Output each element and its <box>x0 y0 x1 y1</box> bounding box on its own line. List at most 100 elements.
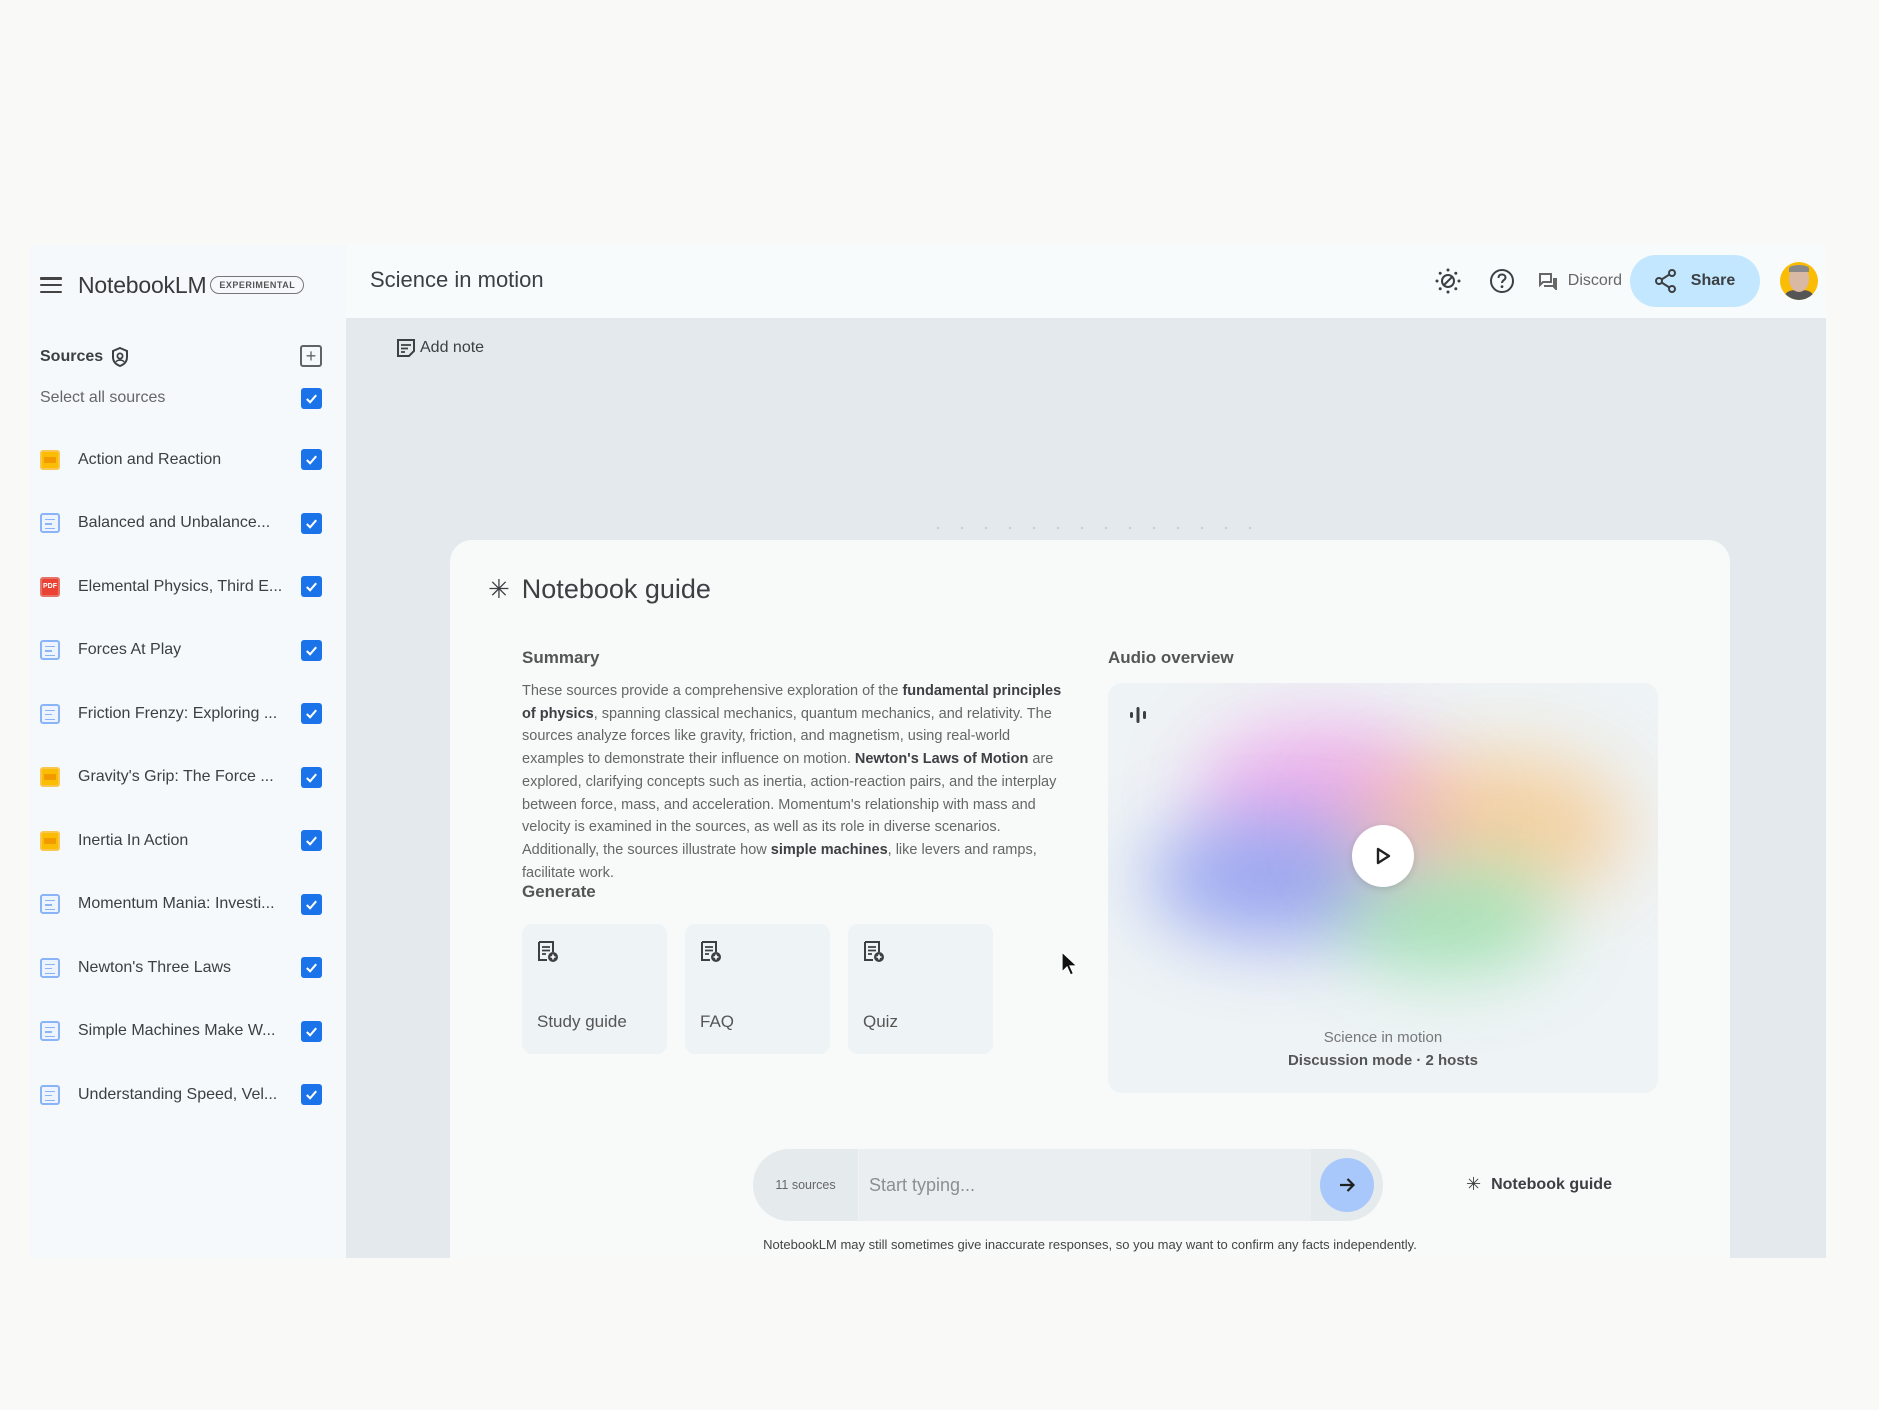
discord-label: Discord <box>1567 272 1622 289</box>
check-icon <box>306 709 317 720</box>
slides-icon <box>40 767 60 788</box>
chat-input[interactable] <box>859 1149 1311 1221</box>
source-checkbox[interactable] <box>301 830 322 852</box>
experimental-badge: EXPERIMENTAL <box>210 276 305 294</box>
note-add-icon <box>701 941 721 962</box>
source-item[interactable]: Gravity's Grip: The Force ... <box>40 746 322 810</box>
user-avatar[interactable] <box>1780 262 1818 300</box>
source-item[interactable]: Friction Frenzy: Exploring ... <box>40 682 322 746</box>
sources-header: Sources + <box>40 343 322 371</box>
document-icon <box>40 640 60 661</box>
send-button[interactable] <box>1320 1158 1374 1212</box>
sparkle-icon: ✳ <box>488 574 510 604</box>
header-actions: Discord Share <box>1430 253 1818 309</box>
document-icon <box>40 1021 60 1042</box>
drag-handle[interactable] <box>926 526 1266 530</box>
check-icon <box>306 963 317 974</box>
source-item[interactable]: PDF Elemental Physics, Third E... <box>40 555 322 619</box>
add-note-button[interactable]: Add note <box>396 338 484 358</box>
audio-title: Science in motion <box>1323 1029 1443 1046</box>
note-add-icon <box>864 941 884 962</box>
source-label: Momentum Mania: Investi... <box>78 895 275 913</box>
source-label: Friction Frenzy: Exploring ... <box>78 704 278 722</box>
main-panel: Add note ✳ Notebook guide Summary These … <box>346 318 1826 1258</box>
help-button[interactable] <box>1484 263 1520 299</box>
generate-quiz-button[interactable]: Quiz <box>848 924 993 1054</box>
mouse-cursor-icon <box>1061 950 1079 976</box>
add-note-label: Add note <box>420 339 485 356</box>
notebook-guide-button[interactable]: ✳ Notebook guide <box>1466 1174 1612 1195</box>
share-button[interactable]: Share <box>1630 255 1760 307</box>
source-label: Elemental Physics, Third E... <box>78 577 283 595</box>
source-label: Gravity's Grip: The Force ... <box>78 768 274 786</box>
help-icon <box>1489 269 1514 293</box>
add-source-button[interactable]: + <box>300 345 322 367</box>
source-checkbox[interactable] <box>301 1084 322 1106</box>
generate-label: Quiz <box>863 1012 898 1031</box>
theme-toggle-button[interactable] <box>1430 263 1466 299</box>
avatar-hair <box>1789 265 1809 272</box>
shield-icon[interactable] <box>111 347 129 367</box>
check-icon <box>306 836 317 847</box>
audio-overview-heading: Audio overview <box>1108 648 1234 667</box>
source-checkbox[interactable] <box>301 449 322 471</box>
select-all-checkbox[interactable] <box>301 387 322 409</box>
source-label: Inertia In Action <box>78 831 189 849</box>
check-icon <box>306 900 317 910</box>
check-icon <box>306 519 317 529</box>
note-add-icon <box>397 339 415 357</box>
source-label: Balanced and Unbalance... <box>78 514 271 532</box>
summary-run: These sources provide a comprehensive ex… <box>522 683 903 699</box>
play-audio-button[interactable] <box>1352 825 1414 887</box>
source-item[interactable]: Inertia In Action <box>40 809 322 873</box>
source-checkbox[interactable] <box>301 1020 322 1042</box>
source-item[interactable]: Simple Machines Make W... <box>40 1000 322 1064</box>
sources-count-chip[interactable]: 11 sources <box>753 1149 859 1221</box>
source-item[interactable]: Understanding Speed, Vel... <box>40 1063 322 1127</box>
source-item[interactable]: Newton's Three Laws <box>40 936 322 1000</box>
generate-faq-button[interactable]: FAQ <box>685 924 830 1054</box>
note-add-icon <box>538 941 558 962</box>
audio-subtitle: Discussion mode · 2 hosts <box>1287 1052 1479 1069</box>
source-checkbox[interactable] <box>301 766 322 788</box>
document-icon <box>40 703 60 724</box>
source-item[interactable]: Balanced and Unbalance... <box>40 492 322 556</box>
summary-highlight: simple machines <box>770 841 888 858</box>
summary-heading: Summary <box>522 648 600 667</box>
check-icon <box>306 455 317 466</box>
source-label: Action and Reaction <box>78 450 222 468</box>
check-icon <box>306 646 317 656</box>
summary-highlight: Newton's Laws of Motion <box>854 751 1029 768</box>
source-checkbox[interactable] <box>301 703 322 725</box>
discord-link[interactable]: Discord <box>1538 272 1622 290</box>
check-icon <box>306 1027 317 1037</box>
menu-icon[interactable] <box>40 277 62 293</box>
source-label: Simple Machines Make W... <box>78 1022 276 1040</box>
source-item[interactable]: Forces At Play <box>40 619 322 683</box>
audio-waveform-icon <box>1130 707 1146 723</box>
share-icon <box>1654 269 1676 293</box>
share-label: Share <box>1690 272 1736 289</box>
sources-title: Sources <box>40 348 104 365</box>
source-checkbox[interactable] <box>301 893 322 915</box>
app-window: NotebookLM EXPERIMENTAL Sources + Select… <box>30 245 1826 1258</box>
source-item[interactable]: Momentum Mania: Investi... <box>40 873 322 937</box>
source-checkbox[interactable] <box>301 957 322 979</box>
select-all-row[interactable]: Select all sources <box>40 385 322 411</box>
source-checkbox[interactable] <box>301 639 322 661</box>
source-checkbox[interactable] <box>301 512 322 534</box>
source-item[interactable]: Action and Reaction <box>40 428 322 492</box>
source-label: Forces At Play <box>78 641 182 659</box>
notebook-title[interactable]: Science in motion <box>370 267 544 293</box>
summary-text: These sources provide a comprehensive ex… <box>522 680 1062 884</box>
generate-options: Study guide FAQ Quiz <box>522 924 993 1054</box>
arrow-right-icon <box>1340 1178 1356 1192</box>
brand: NotebookLM EXPERIMENTAL <box>40 267 305 303</box>
select-all-label: Select all sources <box>40 389 166 406</box>
document-icon <box>40 513 60 534</box>
generate-study-guide-button[interactable]: Study guide <box>522 924 667 1054</box>
chat-bar: 11 sources <box>753 1149 1383 1221</box>
source-checkbox[interactable] <box>301 576 322 598</box>
generate-label: FAQ <box>700 1012 735 1031</box>
check-icon <box>306 773 317 783</box>
